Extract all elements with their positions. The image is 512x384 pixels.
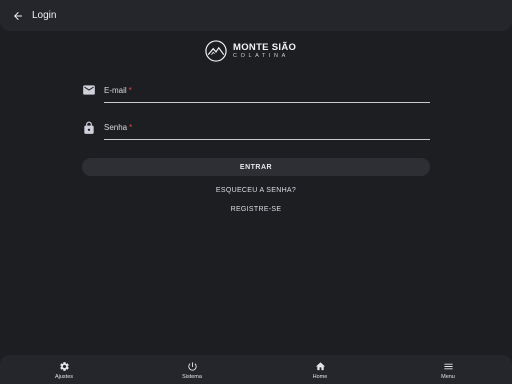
hamburger-menu-icon [443, 363, 453, 370]
page-title: Login [32, 10, 57, 21]
nav-item-home[interactable]: Home [256, 355, 384, 384]
arrow-left-icon [14, 11, 22, 20]
nav-label-home: Home [312, 374, 328, 380]
nav-item-menu[interactable]: Menu [384, 355, 512, 384]
logo-main-text: MONTE SIÃO [233, 41, 297, 53]
brand-logo: MONTE SIÃO COLATINA [205, 40, 296, 62]
back-button[interactable] [4, 2, 32, 30]
nav-label-sistema: Sistema [182, 374, 202, 380]
password-field[interactable]: Senha * [82, 120, 430, 140]
nav-item-ajustes[interactable]: Ajustes [0, 355, 128, 384]
register-link[interactable]: REGISTRE-SE [0, 206, 512, 213]
home-icon [315, 362, 325, 371]
nav-label-ajustes: Ajustes [54, 374, 74, 380]
logo-text: MONTE SIÃO COLATINA [233, 41, 297, 60]
email-field[interactable]: E-mail * [82, 83, 430, 103]
nav-item-sistema[interactable]: Sistema [128, 355, 256, 384]
logo-sub-text: COLATINA [233, 53, 289, 59]
mail-icon [83, 85, 95, 95]
gear-icon [59, 362, 69, 371]
power-icon [187, 362, 197, 371]
forgot-password-link[interactable]: ESQUECEU A SENHA? [0, 187, 512, 194]
login-button[interactable]: ENTRAR [82, 158, 430, 176]
email-underline [104, 102, 430, 103]
app-bar: Login [0, 0, 512, 31]
lock-icon [84, 121, 94, 134]
nav-label-menu: Menu [441, 374, 455, 380]
password-input[interactable] [104, 120, 430, 138]
password-underline [104, 139, 430, 140]
bottom-navigation: Ajustes Sistema Home Menu [0, 355, 512, 384]
mountain-logo-icon [205, 40, 227, 62]
email-input[interactable] [104, 83, 430, 101]
